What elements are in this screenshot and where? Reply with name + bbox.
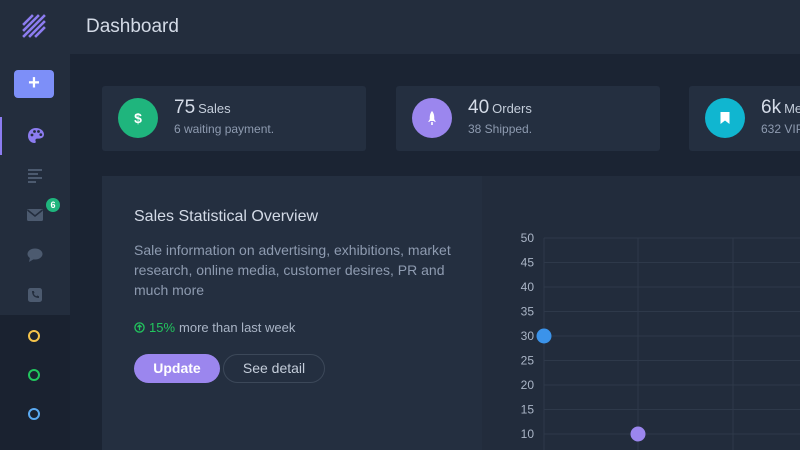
y-tick-label: 45 bbox=[521, 256, 535, 270]
sidebar: + 6 bbox=[0, 0, 70, 450]
y-tick-label: 40 bbox=[521, 280, 535, 294]
sidebar-item-list[interactable] bbox=[0, 156, 70, 194]
sidebar-item-dashboard[interactable] bbox=[0, 117, 70, 155]
update-button[interactable]: Update bbox=[134, 354, 220, 383]
y-tick-label: 20 bbox=[521, 378, 535, 392]
stat-subtext: 38 Shipped. bbox=[468, 122, 533, 136]
list-icon bbox=[28, 169, 42, 183]
y-tick-label: 50 bbox=[521, 231, 535, 245]
y-tick-label: 30 bbox=[521, 329, 535, 343]
stat-card-sales[interactable]: $ 75 Sales 6 waiting payment. bbox=[102, 86, 366, 151]
dollar-icon: $ bbox=[118, 98, 158, 138]
growth-text: more than last week bbox=[179, 320, 296, 335]
stat-card-orders[interactable]: 40 Orders 38 Shipped. bbox=[396, 86, 660, 151]
data-point[interactable] bbox=[630, 426, 646, 442]
add-button[interactable]: + bbox=[14, 70, 54, 98]
stat-number: 40 bbox=[468, 97, 490, 118]
rocket-icon bbox=[412, 98, 452, 138]
overview-title: Sales Statistical Overview bbox=[134, 208, 319, 225]
y-tick-label: 35 bbox=[521, 305, 535, 319]
stat-label: Orders bbox=[492, 101, 532, 116]
mail-badge: 6 bbox=[46, 198, 60, 212]
stat-label: Me bbox=[784, 101, 800, 116]
stat-label: Sales bbox=[198, 101, 231, 116]
project-green-dot[interactable] bbox=[28, 369, 40, 381]
growth-percent: 15% bbox=[149, 320, 176, 335]
project-list bbox=[0, 315, 70, 450]
chat-icon bbox=[27, 248, 43, 262]
stat-subtext: 632 VIP bbox=[761, 122, 800, 136]
project-yellow-dot[interactable] bbox=[28, 330, 40, 342]
mail-icon bbox=[27, 209, 43, 221]
y-tick-label: 10 bbox=[521, 427, 535, 441]
stat-number: 75 bbox=[174, 97, 196, 118]
bookmark-icon bbox=[705, 98, 745, 138]
sidebar-item-chat[interactable] bbox=[0, 236, 70, 274]
palette-icon bbox=[28, 128, 44, 143]
sales-overview-panel: Sales Statistical Overview Sale informat… bbox=[102, 176, 482, 450]
sales-chart-panel: 50 45 40 35 30 25 20 15 10 bbox=[482, 176, 800, 450]
logo-icon[interactable] bbox=[22, 14, 46, 38]
top-bar: Dashboard bbox=[70, 0, 800, 54]
stat-number: 6k bbox=[761, 97, 782, 118]
growth-indicator: 15% more than last week bbox=[134, 320, 295, 335]
overview-description: Sale information on advertising, exhibit… bbox=[134, 242, 451, 298]
phone-icon bbox=[28, 288, 42, 302]
y-tick-label: 25 bbox=[521, 354, 535, 368]
page-title: Dashboard bbox=[86, 16, 179, 37]
see-detail-button[interactable]: See detail bbox=[223, 354, 325, 383]
project-blue-dot[interactable] bbox=[28, 408, 40, 420]
sidebar-item-phone[interactable] bbox=[0, 276, 70, 314]
stat-card-members[interactable]: 6k Me 632 VIP bbox=[689, 86, 800, 151]
stat-subtext: 6 waiting payment. bbox=[174, 122, 275, 136]
scatter-chart: 50 45 40 35 30 25 20 15 10 bbox=[521, 231, 800, 450]
data-point[interactable] bbox=[536, 328, 552, 344]
y-tick-label: 15 bbox=[521, 403, 535, 417]
arrow-up-circle-icon bbox=[134, 322, 145, 333]
